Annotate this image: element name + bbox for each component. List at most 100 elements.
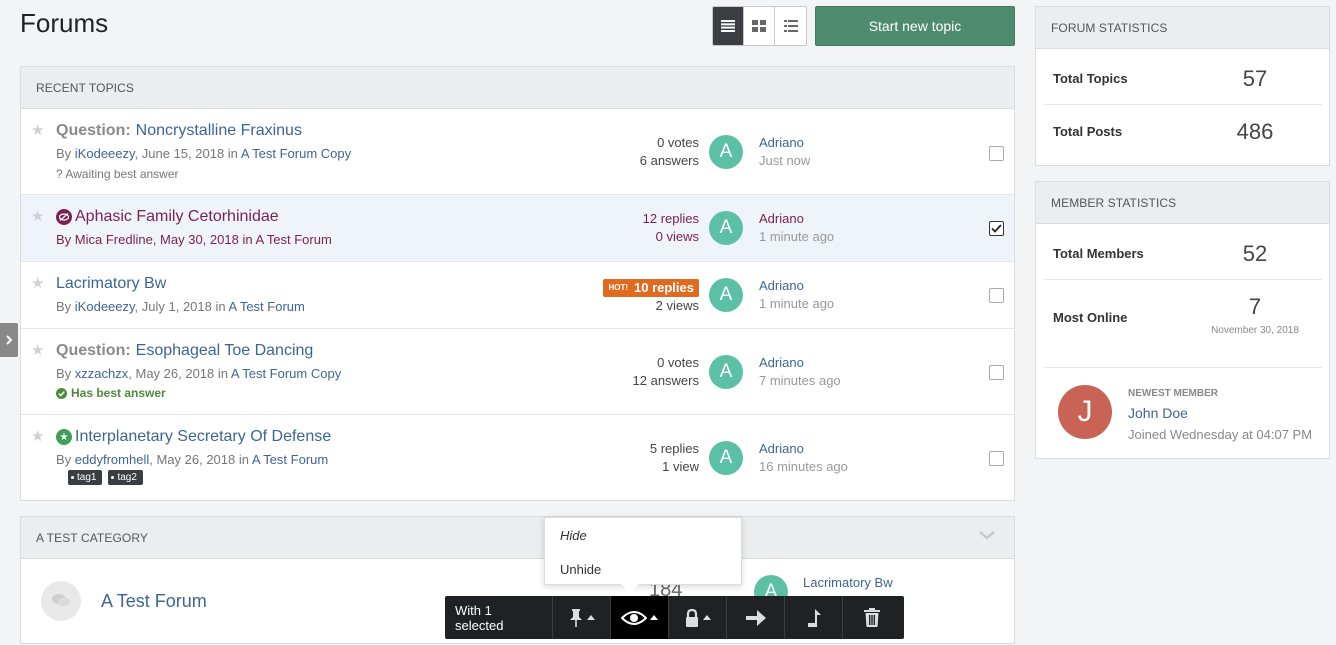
delete-button[interactable] (843, 596, 901, 639)
topic-title[interactable]: Aphasic Family Cetorhinidae (56, 208, 279, 226)
topic-row[interactable]: ★ Question: Esophageal Toe Dancing By xz… (21, 329, 1014, 415)
awaiting-answer-label: ? Awaiting best answer (56, 167, 179, 181)
fluid-view-icon (783, 20, 798, 32)
list-view-button[interactable] (713, 7, 744, 45)
fluid-view-button[interactable] (775, 7, 806, 45)
topic-checkbox[interactable] (989, 365, 1004, 380)
merge-button[interactable] (785, 596, 843, 639)
topic-title-text: Interplanetary Secretary Of Defense (75, 428, 332, 445)
newest-member-label: Newest Member (1128, 388, 1218, 399)
visibility-button[interactable] (611, 596, 669, 639)
topic-author[interactable]: iKodeeezy (75, 146, 135, 161)
topic-title-text: Esophageal Toe Dancing (135, 342, 314, 359)
total-posts-value: 486 (1236, 119, 1274, 144)
star-icon[interactable]: ★ (31, 341, 44, 359)
topic-forum[interactable]: A Test Forum Copy (241, 146, 351, 161)
chevron-down-icon[interactable] (978, 529, 996, 541)
best-answer-label: Has best answer (56, 386, 166, 400)
topic-forum[interactable]: A Test Forum (229, 299, 305, 314)
tag-list: tag1 tag2 (68, 470, 149, 485)
topic-row[interactable]: ★ Aphasic Family Cetorhinidae By Mica Fr… (21, 195, 1014, 262)
menu-item-unhide[interactable]: Unhide (560, 562, 601, 577)
topic-title-text: Noncrystalline Fraxinus (135, 122, 302, 139)
last-poster[interactable]: Adriano (759, 134, 810, 152)
avatar[interactable]: J (1058, 385, 1112, 439)
tag[interactable]: tag1 (68, 470, 103, 485)
forum-last-topic[interactable]: Lacrimatory Bw (803, 575, 893, 590)
member-statistics-box: Member Statistics Total Members 52 Most … (1035, 181, 1330, 459)
most-online-date: November 30, 2018 (1211, 325, 1299, 336)
topic-row[interactable]: ★ Question: Noncrystalline Fraxinus By i… (21, 109, 1014, 195)
star-icon[interactable]: ★ (31, 207, 44, 225)
topic-title[interactable]: Question: Noncrystalline Fraxinus (56, 122, 302, 140)
menu-item-hide[interactable]: Hide (560, 528, 587, 543)
star-icon[interactable]: ★ (31, 274, 44, 292)
topic-row[interactable]: ★ Lacrimatory Bw By iKodeeezy, July 1, 2… (21, 262, 1014, 329)
stat-row: Most Online 7 November 30, 2018 (1044, 280, 1322, 368)
topic-forum[interactable]: A Test Forum Copy (231, 366, 341, 381)
forum-name[interactable]: A Test Forum (101, 591, 207, 612)
category-header[interactable]: A Test Category (21, 517, 1014, 559)
grid-view-button[interactable] (744, 7, 775, 45)
selected-count: With 1 selected (445, 596, 553, 639)
topic-stats: 5 replies 1 view (650, 440, 699, 476)
avatar[interactable]: A (709, 278, 743, 312)
topic-title[interactable]: Question: Esophageal Toe Dancing (56, 342, 313, 360)
topic-author[interactable]: xzzachzx (75, 366, 128, 381)
tag[interactable]: tag2 (108, 470, 143, 485)
avatar[interactable]: A (709, 441, 743, 475)
views-count: 1 view (662, 459, 699, 474)
total-topics-label: Total Topics (1053, 71, 1128, 86)
replies-count: 10 replies (634, 280, 694, 295)
topic-title[interactable]: ★ Interplanetary Secretary Of Defense (56, 428, 331, 446)
hot-label: HOT! (608, 283, 628, 292)
topic-prefix: Question: (56, 342, 131, 359)
list-view-icon (721, 20, 735, 32)
total-members-label: Total Members (1053, 246, 1144, 261)
answers-count: 6 answers (639, 153, 699, 168)
topic-date: , May 26, 2018 in (149, 452, 252, 467)
topic-author[interactable]: Mica Fredline (75, 232, 153, 247)
recent-topics-header: Recent Topics (21, 67, 1014, 109)
lock-button[interactable] (669, 596, 727, 639)
pin-button[interactable] (553, 596, 611, 639)
topic-forum[interactable]: A Test Forum (252, 452, 328, 467)
topic-title[interactable]: Lacrimatory Bw (56, 275, 166, 293)
last-poster[interactable]: Adriano (759, 210, 834, 228)
start-new-topic-button[interactable]: Start new topic (815, 6, 1015, 46)
arrow-right-icon (745, 609, 766, 626)
topic-author[interactable]: eddyfromhell (75, 452, 149, 467)
topic-author[interactable]: iKodeeezy (75, 299, 135, 314)
star-icon[interactable]: ★ (31, 121, 44, 139)
move-button[interactable] (727, 596, 785, 639)
topic-checkbox[interactable] (989, 288, 1004, 303)
topic-stats: HOT! 10 replies 2 views (603, 277, 699, 315)
topic-date: , July 1, 2018 in (134, 299, 229, 314)
eye-slash-icon (56, 209, 72, 225)
member-statistics-header: Member Statistics (1036, 182, 1329, 224)
votes-count: 0 votes (657, 355, 699, 370)
stat-row: Total Posts 486 (1044, 105, 1322, 159)
star-icon[interactable]: ★ (31, 427, 44, 445)
avatar[interactable]: A (709, 355, 743, 389)
stat-row: Total Members 52 (1044, 226, 1322, 280)
comments-icon (41, 581, 81, 621)
topic-checkbox[interactable] (989, 146, 1004, 161)
page-title: Forums (20, 8, 109, 38)
topic-meta: By eddyfromhell, May 26, 2018 in A Test … (56, 452, 328, 467)
avatar[interactable]: A (709, 135, 743, 169)
last-poster[interactable]: Adriano (759, 354, 841, 372)
views-count: 0 views (655, 229, 699, 244)
chevron-right-icon (6, 335, 13, 345)
last-poster[interactable]: Adriano (759, 277, 834, 295)
topic-forum[interactable]: A Test Forum (255, 232, 331, 247)
newest-member-name[interactable]: John Doe (1128, 405, 1188, 421)
most-online-label: Most Online (1053, 310, 1128, 325)
topic-checkbox[interactable] (989, 451, 1004, 466)
views-count: 2 views (655, 298, 699, 313)
last-poster[interactable]: Adriano (759, 440, 848, 458)
avatar[interactable]: A (709, 211, 743, 245)
topic-checkbox[interactable] (989, 221, 1004, 236)
sidebar-toggle-button[interactable] (0, 323, 18, 357)
topic-row[interactable]: ★ ★ Interplanetary Secretary Of Defense … (21, 415, 1014, 500)
